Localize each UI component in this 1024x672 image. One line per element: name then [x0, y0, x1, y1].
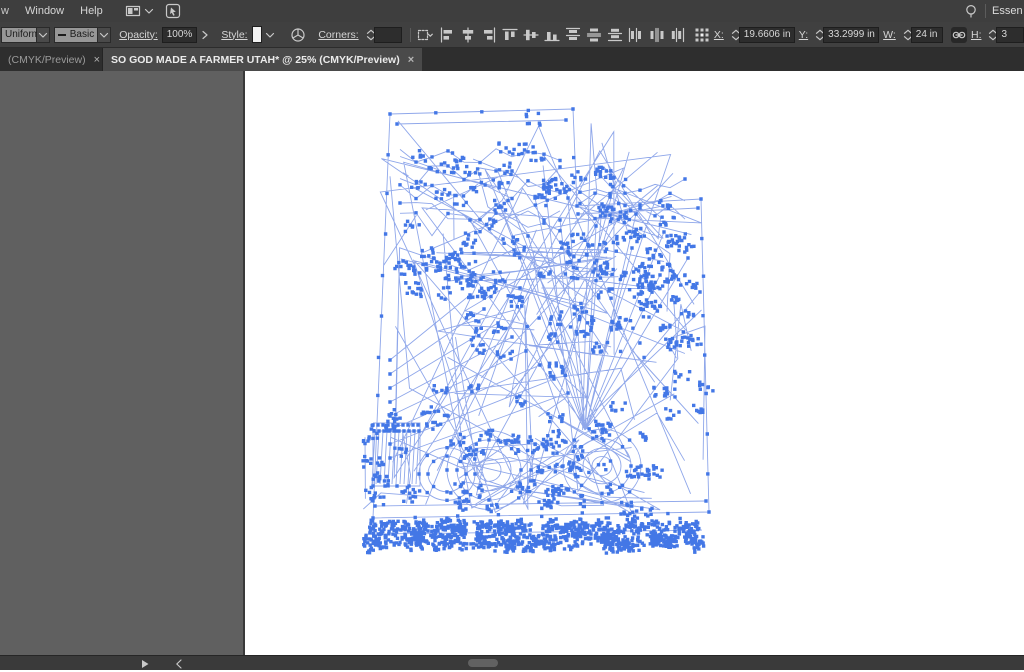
w-stepper[interactable]	[900, 27, 911, 43]
style-swatch[interactable]	[252, 26, 263, 43]
align-tools	[439, 27, 686, 43]
x-stepper[interactable]	[728, 27, 739, 43]
vertical-align-bottom-icon[interactable]	[544, 27, 560, 43]
horizontal-distribute-center-icon[interactable]	[649, 27, 665, 43]
divider	[985, 4, 986, 18]
vertical-align-top-icon[interactable]	[502, 27, 518, 43]
w-field[interactable]: 24 in	[911, 27, 943, 43]
close-icon[interactable]: ×	[94, 54, 100, 66]
chevron-down-icon[interactable]	[98, 27, 111, 43]
y-stepper[interactable]	[812, 27, 823, 43]
horizontal-align-center-icon[interactable]	[460, 27, 476, 43]
horizontal-scrollbar[interactable]	[0, 655, 1024, 670]
h-field[interactable]: 3	[996, 27, 1024, 43]
w-link[interactable]: W:	[883, 29, 896, 41]
search-icon[interactable]	[963, 3, 979, 19]
h-stepper[interactable]	[985, 27, 996, 43]
chevron-down-icon[interactable]	[141, 3, 157, 19]
workspace-switcher[interactable]: Essen	[992, 5, 1024, 17]
recolor-artwork-icon[interactable]	[290, 27, 306, 43]
tab-label: SO GOD MADE A FARMER UTAH* @ 25% (CMYK/P…	[111, 54, 400, 66]
horizontal-align-left-icon[interactable]	[439, 27, 455, 43]
document-tab-bar: (CMYK/Preview) × SO GOD MADE A FARMER UT…	[0, 48, 1024, 71]
arrange-documents-icon[interactable]	[125, 3, 141, 19]
constrain-proportions-icon[interactable]	[951, 27, 967, 43]
artboard-canvas[interactable]	[245, 71, 1024, 655]
vertical-align-center-icon[interactable]	[523, 27, 539, 43]
scrollbar-thumb[interactable]	[468, 659, 498, 667]
vertical-distribute-top-icon[interactable]	[565, 27, 581, 43]
chevron-down-icon[interactable]	[262, 27, 278, 43]
vertical-distribute-center-icon[interactable]	[586, 27, 602, 43]
stroke-preview-line	[58, 34, 66, 36]
reference-point-icon[interactable]	[694, 27, 710, 43]
corners-link[interactable]: Corners:	[318, 29, 358, 41]
divider	[410, 28, 411, 42]
x-field[interactable]: 19.6606 in	[739, 27, 795, 43]
document-tab-active[interactable]: SO GOD MADE A FARMER UTAH* @ 25% (CMYK/P…	[103, 48, 422, 71]
document-tab[interactable]: (CMYK/Preview) ×	[0, 48, 103, 71]
work-area	[0, 71, 1024, 655]
width-profile-dropdown[interactable]: Uniform	[1, 27, 37, 43]
opacity-field[interactable]: 100%	[162, 27, 198, 43]
horizontal-distribute-left-icon[interactable]	[628, 27, 644, 43]
menu-item-partial[interactable]: w	[0, 5, 17, 17]
chevron-down-icon[interactable]	[37, 27, 50, 43]
opacity-link[interactable]: Opacity:	[119, 29, 158, 41]
vertical-distribute-bottom-icon[interactable]	[607, 27, 623, 43]
tab-label: (CMYK/Preview)	[8, 54, 86, 66]
stroke-style-dropdown[interactable]: Basic	[54, 27, 98, 43]
corners-field[interactable]	[374, 27, 403, 43]
selected-artwork[interactable]	[245, 71, 1024, 655]
y-link[interactable]: Y:	[799, 29, 808, 41]
style-link[interactable]: Style:	[221, 29, 247, 41]
h-link[interactable]: H:	[971, 29, 982, 41]
pasteboard-left-panel	[0, 71, 245, 655]
menu-item-help[interactable]: Help	[72, 5, 111, 17]
control-bar: Uniform Basic Opacity: 100% Style: Corne…	[0, 22, 1024, 48]
horizontal-distribute-right-icon[interactable]	[670, 27, 686, 43]
menu-bar: w Window Help Essen	[0, 0, 1024, 22]
align-to-selection-icon[interactable]	[417, 27, 433, 43]
y-field[interactable]: 33.2999 in	[823, 27, 879, 43]
close-icon[interactable]: ×	[408, 54, 414, 66]
corners-stepper[interactable]	[363, 27, 374, 43]
menu-item-window[interactable]: Window	[17, 5, 72, 17]
touch-workspace-icon[interactable]	[165, 3, 181, 19]
horizontal-align-right-icon[interactable]	[481, 27, 497, 43]
x-link[interactable]: X:	[714, 29, 724, 41]
opacity-expander-icon[interactable]	[197, 27, 213, 43]
